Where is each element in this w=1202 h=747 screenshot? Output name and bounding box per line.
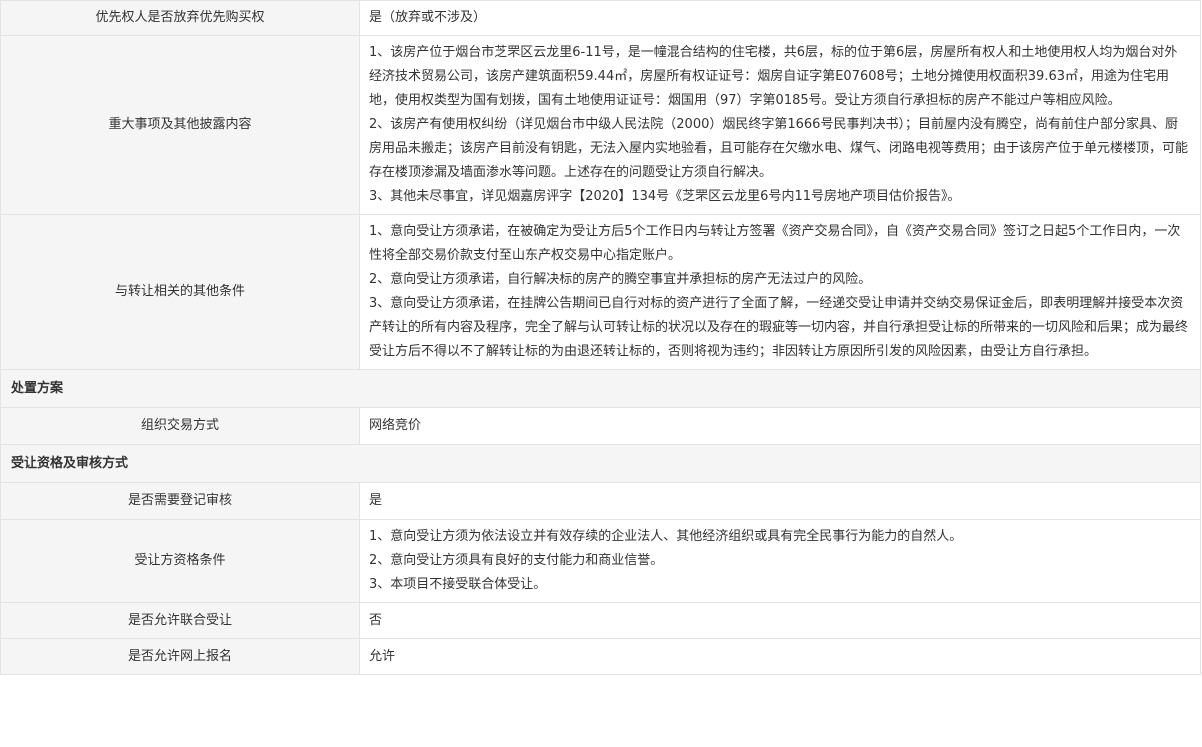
transferee-qualification-item: 3、本项目不接受联合体受让。 [369,577,547,592]
registration-review-label: 是否需要登记审核 [0,482,360,520]
major-matters-item: 2、该房产有使用权纠纷（详见烟台市中级人民法院（2000）烟民终字第1666号民… [369,117,1189,180]
row-registration-review: 是否需要登记审核 是 [0,482,1201,520]
major-matters-label: 重大事项及其他披露内容 [0,35,360,215]
preemptive-right-label: 优先权人是否放弃优先购买权 [0,0,360,36]
transfer-conditions-value: 1、意向受让方须承诺，在被确定为受让方后5个工作日内与转让方签署《资产交易合同》… [359,214,1201,370]
major-matters-item: 3、其他未尽事宜，详见烟嘉房评字【2020】134号《芝罘区云龙里6号内11号房… [369,189,961,204]
transferee-qualification-value: 1、意向受让方须为依法设立并有效存续的企业法人、其他经济组织或具有完全民事行为能… [359,519,1201,603]
trade-method-value: 网络竞价 [359,407,1201,445]
transferee-qualification-item: 1、意向受让方须为依法设立并有效存续的企业法人、其他经济组织或具有完全民事行为能… [369,529,963,544]
row-trade-method: 组织交易方式 网络竞价 [0,407,1201,445]
row-section-qualification: 受让资格及审核方式 [0,444,1201,483]
transfer-conditions-item: 1、意向受让方须承诺，在被确定为受让方后5个工作日内与转让方签署《资产交易合同》… [369,224,1181,263]
row-section-disposal: 处置方案 [0,369,1201,408]
preemptive-right-value: 是（放弃或不涉及） [359,0,1201,36]
transfer-conditions-item: 2、意向受让方须承诺，自行解决标的房产的腾空事宜并承担标的房产无法过户的风险。 [369,272,872,287]
registration-review-value: 是 [359,482,1201,520]
joint-bidding-label: 是否允许联合受让 [0,602,360,639]
section-heading-qualification: 受让资格及审核方式 [0,444,1201,483]
online-registration-label: 是否允许网上报名 [0,638,360,675]
row-transferee-qualification: 受让方资格条件 1、意向受让方须为依法设立并有效存续的企业法人、其他经济组织或具… [0,519,1201,603]
transferee-qualification-item: 2、意向受让方须具有良好的支付能力和商业信誉。 [369,553,664,568]
transfer-conditions-item: 3、意向受让方须承诺，在挂牌公告期间已自行对标的资产进行了全面了解，一经递交受让… [369,296,1189,359]
row-major-matters: 重大事项及其他披露内容 1、该房产位于烟台市芝罘区云龙里6-11号，是一幢混合结… [0,35,1201,215]
major-matters-item: 1、该房产位于烟台市芝罘区云龙里6-11号，是一幢混合结构的住宅楼，共6层，标的… [369,45,1178,108]
row-joint-bidding: 是否允许联合受让 否 [0,602,1201,639]
online-registration-value: 允许 [359,638,1201,675]
row-transfer-conditions: 与转让相关的其他条件 1、意向受让方须承诺，在被确定为受让方后5个工作日内与转让… [0,214,1201,370]
transferee-qualification-label: 受让方资格条件 [0,519,360,603]
trade-method-label: 组织交易方式 [0,407,360,445]
major-matters-value: 1、该房产位于烟台市芝罘区云龙里6-11号，是一幢混合结构的住宅楼，共6层，标的… [359,35,1201,215]
row-preemptive-right: 优先权人是否放弃优先购买权 是（放弃或不涉及） [0,0,1201,36]
joint-bidding-value: 否 [359,602,1201,639]
section-heading-disposal: 处置方案 [0,369,1201,408]
row-online-registration: 是否允许网上报名 允许 [0,638,1201,675]
transfer-conditions-label: 与转让相关的其他条件 [0,214,360,370]
project-info-table: 优先权人是否放弃优先购买权 是（放弃或不涉及） 重大事项及其他披露内容 1、该房… [0,0,1201,675]
